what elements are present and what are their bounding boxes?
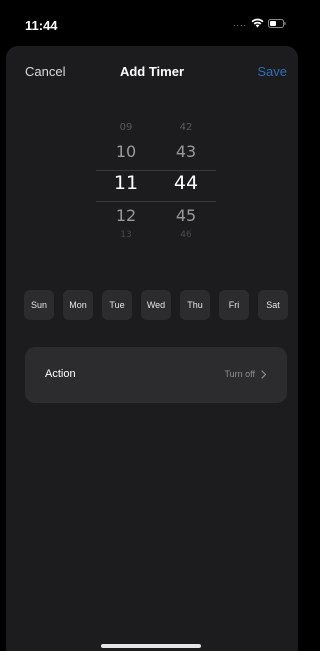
day-toggle-wed[interactable]: Wed [141,290,171,320]
action-value: Turn off [224,369,267,379]
sheet-header: Cancel Add Timer Save [6,46,298,96]
wifi-icon [251,18,264,28]
minute-option[interactable]: 42 [166,122,206,133]
minute-option[interactable]: 45 [166,206,206,225]
time-picker[interactable]: 09 10 11 12 13 42 43 44 45 46 [96,118,216,250]
minute-option[interactable]: 46 [166,230,206,240]
status-icons: .... [233,18,286,28]
day-toggle-mon[interactable]: Mon [63,290,93,320]
day-toggle-sat[interactable]: Sat [258,290,288,320]
status-time: 11:44 [25,18,58,33]
chevron-right-icon [261,369,267,379]
day-toggle-fri[interactable]: Fri [219,290,249,320]
add-timer-sheet: Cancel Add Timer Save 09 10 11 12 13 42 … [6,46,298,651]
day-toggle-sun[interactable]: Sun [24,290,54,320]
status-bar: 11:44 .... [0,0,304,44]
battery-icon [268,18,286,28]
action-row[interactable]: Action Turn off [25,347,287,403]
day-toggle-thu[interactable]: Thu [180,290,210,320]
hour-option[interactable]: 10 [106,142,146,161]
hour-option[interactable]: 12 [106,206,146,225]
page-title: Add Timer [119,64,185,79]
home-indicator[interactable] [101,644,201,648]
minute-selected[interactable]: 44 [166,172,206,194]
repeat-days: Sun Mon Tue Wed Thu Fri Sat [24,290,288,320]
action-label: Action [45,368,76,380]
minute-option[interactable]: 43 [166,142,206,161]
day-toggle-tue[interactable]: Tue [102,290,132,320]
save-button[interactable]: Save [257,64,287,79]
hour-option[interactable]: 13 [106,230,146,240]
hour-option[interactable]: 09 [106,122,146,133]
hour-selected[interactable]: 11 [106,172,146,194]
action-value-text: Turn off [224,369,255,379]
signal-indicator: .... [232,18,247,28]
